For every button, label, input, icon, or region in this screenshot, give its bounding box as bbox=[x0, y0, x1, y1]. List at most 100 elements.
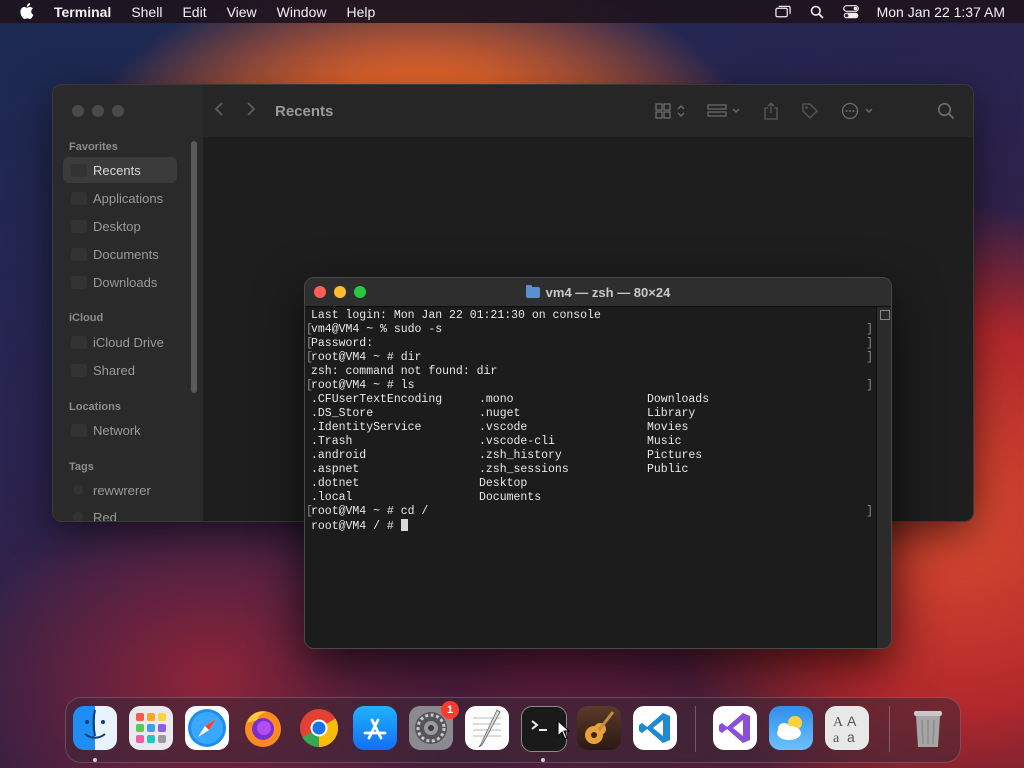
sidebar-item-shared[interactable]: Shared bbox=[63, 357, 177, 383]
guitar-icon bbox=[585, 711, 615, 744]
mouse-pointer-icon bbox=[557, 720, 571, 740]
sidebar-item-label: Applications bbox=[93, 190, 164, 206]
network-icon bbox=[71, 423, 87, 437]
ls-output-row: .IdentityService .vscode Movies bbox=[311, 421, 877, 435]
dock-finder[interactable] bbox=[73, 706, 117, 750]
terminal-prompt-line: root@VM4 / # bbox=[311, 519, 877, 533]
tag-color-dot bbox=[73, 512, 83, 521]
text-cursor bbox=[400, 519, 408, 531]
sidebar-tag-rewwrerer[interactable]: rewwrerer bbox=[63, 477, 177, 503]
dock-textedit[interactable] bbox=[465, 706, 509, 750]
screen-mirroring-icon[interactable] bbox=[774, 5, 791, 19]
folder-icon bbox=[525, 284, 540, 298]
back-button[interactable] bbox=[203, 100, 235, 123]
ls-entry: .aspnet bbox=[311, 463, 360, 476]
ls-entry: Public bbox=[647, 463, 689, 476]
sidebar-item-desktop[interactable]: Desktop bbox=[63, 213, 177, 239]
terminal-window: vm4 — zsh — 80×24 Last login: Mon Jan 22… bbox=[304, 277, 892, 649]
dock-weather[interactable] bbox=[769, 706, 813, 750]
group-by-button[interactable] bbox=[707, 104, 741, 118]
finder-zoom-button[interactable] bbox=[112, 105, 124, 117]
dock-safari[interactable] bbox=[185, 706, 229, 750]
ls-entry: .vscode bbox=[479, 421, 528, 434]
sidebar-item-label: rewwrerer bbox=[93, 482, 151, 498]
terminal-screen[interactable]: Last login: Mon Jan 22 01:21:30 on conso… bbox=[305, 307, 877, 648]
sidebar-item-label: Network bbox=[93, 422, 141, 438]
sidebar-section-icloud: iCloud bbox=[69, 312, 104, 324]
download-icon bbox=[71, 275, 87, 289]
trash-icon bbox=[914, 711, 942, 747]
ls-output-row: .dotnet Desktop bbox=[311, 477, 877, 491]
shared-folder-icon bbox=[71, 363, 87, 377]
dock-trash[interactable] bbox=[906, 706, 950, 750]
dock: 1 AAaa bbox=[65, 697, 961, 763]
finder-toolbar-tools bbox=[655, 102, 955, 120]
menubar-clock[interactable]: Mon Jan 22 1:37 AM bbox=[877, 4, 1005, 20]
terminal-line: root@VM4 ~ # dir bbox=[306, 351, 877, 365]
ls-entry: .CFUserTextEncoding bbox=[311, 393, 443, 406]
finder-minimize-button[interactable] bbox=[92, 105, 104, 117]
dock-garageband[interactable] bbox=[577, 706, 621, 750]
menu-help[interactable]: Help bbox=[346, 4, 375, 20]
terminal-line: Password: bbox=[306, 337, 877, 351]
sidebar-section-tags: Tags bbox=[69, 461, 94, 473]
ls-entry: .IdentityService bbox=[311, 421, 422, 434]
dock-app-store[interactable] bbox=[353, 706, 397, 750]
sidebar-item-label: Shared bbox=[93, 362, 135, 378]
dock-firefox[interactable] bbox=[241, 706, 285, 750]
share-button[interactable] bbox=[763, 102, 779, 120]
document-icon bbox=[71, 247, 87, 261]
sidebar-scrollbar[interactable] bbox=[191, 141, 197, 393]
share-icon bbox=[764, 102, 778, 120]
clock-icon bbox=[71, 163, 87, 177]
textedit-icon bbox=[473, 709, 501, 748]
vscode-icon bbox=[639, 713, 670, 743]
more-actions-button[interactable] bbox=[841, 102, 875, 120]
dock-launchpad[interactable] bbox=[129, 706, 173, 750]
sidebar-item-icloud-drive[interactable]: iCloud Drive bbox=[63, 329, 177, 355]
sidebar-item-applications[interactable]: Applications bbox=[63, 185, 177, 211]
terminal-scrollbar[interactable] bbox=[876, 307, 891, 648]
search-button[interactable] bbox=[937, 102, 955, 120]
view-mode-button[interactable] bbox=[655, 103, 685, 119]
menu-window[interactable]: Window bbox=[277, 4, 327, 20]
firefox-icon bbox=[245, 711, 281, 747]
spotlight-search-icon[interactable] bbox=[809, 5, 825, 19]
menu-edit[interactable]: Edit bbox=[182, 4, 206, 20]
dock-chrome[interactable] bbox=[297, 706, 341, 750]
scroll-marker-icon[interactable] bbox=[880, 310, 890, 320]
ls-entry: Library bbox=[647, 407, 696, 420]
tag-button[interactable] bbox=[801, 102, 819, 120]
sidebar-item-recents[interactable]: Recents bbox=[63, 157, 177, 183]
control-center-icon[interactable] bbox=[842, 4, 859, 19]
tag-icon bbox=[802, 103, 818, 119]
dock-font-book[interactable]: AAaa bbox=[825, 706, 869, 750]
terminal-prompt: root@VM4 / # bbox=[311, 520, 401, 533]
forward-button[interactable] bbox=[235, 100, 267, 123]
safari-compass-icon bbox=[188, 709, 226, 747]
ellipsis-circle-icon bbox=[841, 102, 873, 120]
notification-badge: 1 bbox=[441, 701, 459, 719]
sidebar-item-network[interactable]: Network bbox=[63, 417, 177, 443]
apple-menu-icon[interactable] bbox=[18, 2, 36, 21]
terminal-line: Last login: Mon Jan 22 01:21:30 on conso… bbox=[311, 309, 601, 322]
sidebar-tag-red[interactable]: Red bbox=[63, 504, 177, 521]
menu-view[interactable]: View bbox=[227, 4, 257, 20]
terminal-titlebar[interactable]: vm4 — zsh — 80×24 bbox=[305, 278, 891, 307]
ls-entry: Documents bbox=[479, 491, 542, 504]
finder-close-button[interactable] bbox=[72, 105, 84, 117]
cloud-icon bbox=[71, 335, 87, 349]
sidebar-item-downloads[interactable]: Downloads bbox=[63, 269, 177, 295]
terminal-line: root@VM4 ~ # ls bbox=[306, 379, 877, 393]
sidebar-item-label: iCloud Drive bbox=[93, 334, 164, 350]
menu-shell[interactable]: Shell bbox=[131, 4, 162, 20]
ls-entry: .dotnet bbox=[311, 477, 360, 490]
ls-entry: .vscode-cli bbox=[479, 435, 555, 448]
sidebar-item-documents[interactable]: Documents bbox=[63, 241, 177, 267]
ls-entry: Pictures bbox=[647, 449, 703, 462]
dock-visual-studio[interactable] bbox=[713, 706, 757, 750]
chevron-left-icon bbox=[214, 101, 223, 116]
ls-output-row: .android .zsh_history Pictures bbox=[311, 449, 877, 463]
dock-vscode[interactable] bbox=[633, 706, 677, 750]
menu-app-name[interactable]: Terminal bbox=[54, 4, 111, 20]
